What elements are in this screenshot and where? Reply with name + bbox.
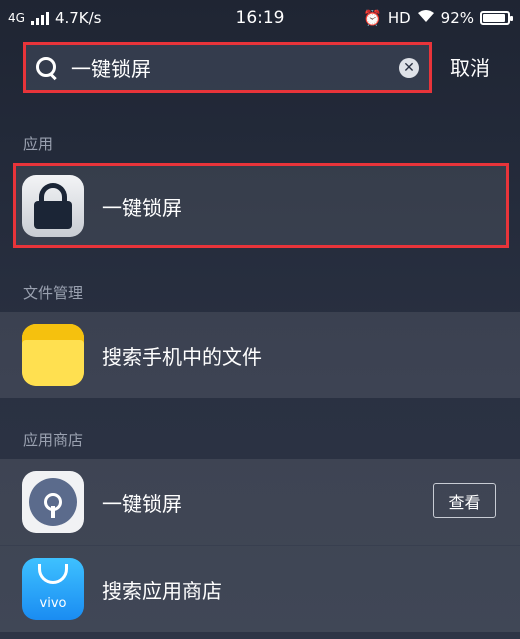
- search-input[interactable]: 一键锁屏 ✕: [23, 42, 432, 93]
- store-lock-app-icon: [22, 471, 84, 533]
- file-search-label: 搜索手机中的文件: [102, 344, 262, 369]
- alarm-icon: ⏰: [363, 9, 382, 27]
- vivo-logo-text: vivo: [39, 596, 67, 611]
- search-query[interactable]: 一键锁屏: [71, 53, 399, 82]
- store-search-label: 搜索应用商店: [102, 578, 222, 603]
- file-search-item[interactable]: 搜索手机中的文件: [0, 312, 520, 398]
- network-speed: 4.7K/s: [54, 9, 102, 27]
- section-header-store: 应用商店: [23, 430, 84, 449]
- status-right: ⏰ HD 92%: [363, 9, 513, 27]
- app-result-item[interactable]: 一键锁屏: [0, 163, 520, 249]
- network-type: 4G: [8, 11, 25, 25]
- section-header-files: 文件管理: [23, 283, 84, 302]
- clear-icon[interactable]: ✕: [399, 57, 419, 78]
- vivo-store-icon: vivo: [22, 558, 84, 620]
- section-header-apps: 应用: [23, 134, 54, 153]
- lock-app-icon: [22, 175, 84, 237]
- status-left: 4G 4.7K/s: [8, 9, 102, 27]
- app-result-label: 一键锁屏: [102, 195, 182, 220]
- store-result-label: 一键锁屏: [102, 491, 182, 516]
- search-icon: [35, 56, 59, 80]
- store-search-item[interactable]: vivo 搜索应用商店: [0, 546, 520, 632]
- hd-label: HD: [387, 9, 411, 27]
- view-button[interactable]: 查看: [433, 483, 496, 518]
- store-result-item[interactable]: 一键锁屏 查看: [0, 459, 520, 545]
- status-bar: 4G 4.7K/s 16:19 ⏰ HD 92%: [0, 0, 520, 36]
- signal-icon: [30, 11, 49, 25]
- folder-icon: [22, 324, 84, 386]
- wifi-icon: [417, 9, 435, 27]
- battery-percent: 92%: [440, 9, 474, 27]
- cancel-button[interactable]: 取消: [450, 52, 490, 81]
- battery-icon: [480, 11, 513, 25]
- search-row: 一键锁屏 ✕ 取消: [0, 38, 520, 98]
